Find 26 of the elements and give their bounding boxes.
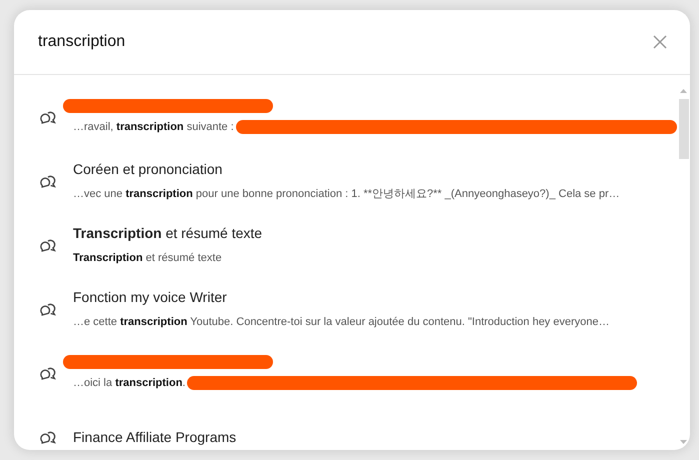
chat-bubbles-icon: [39, 109, 57, 125]
result-snippet: …e cette transcription Youtube. Concentre-toi sur la valeur ajoutée du contenu. "Introduction hey everyone…: [73, 315, 610, 330]
result-snippet: …vec une transcription pour une bonne prononciation : 1. **안녕하세요?** _(Annyeonghaseyo?)_ Cela se pr…: [73, 187, 620, 202]
chat-bubbles-icon: [39, 237, 57, 253]
chat-bubbles-icon: [39, 301, 57, 317]
result-title: Fonction my voice Writer: [73, 288, 228, 308]
search-result[interactable]: Fonction my voice Writer …e cette transcription Youtube. Concentre-toi sur la valeur ajoutée du contenu. "Introduction hey everyone…: [14, 277, 677, 341]
chat-bubbles-icon: [39, 365, 57, 381]
scroll-up-icon[interactable]: [680, 89, 687, 93]
result-title: Finance Affiliate Programs: [73, 428, 236, 447]
search-result[interactable]: Coréen et prononciation …vec une transcription pour une bonne prononciation : 1. **안녕하세요?** _(Annyeonghaseyo?)_ Cela se pr…: [14, 149, 677, 213]
close-icon[interactable]: [652, 34, 668, 50]
result-title: Transcription et résumé texte: [73, 224, 262, 244]
search-result[interactable]: Finance Affiliate Programs: [14, 405, 677, 450]
scroll-down-icon[interactable]: [680, 440, 687, 444]
search-result[interactable]: …oici la transcription.: [14, 341, 677, 405]
chat-bubbles-icon: [39, 429, 57, 445]
result-snippet: …oici la transcription.: [73, 376, 186, 391]
scrollbar-thumb[interactable]: [678, 99, 688, 159]
chat-bubbles-icon: [39, 173, 57, 189]
result-snippet: …ravail, transcription suivante :: [73, 120, 234, 135]
search-result[interactable]: Transcription et résumé texte Transcription et résumé texte: [14, 213, 677, 277]
result-snippet: Transcription et résumé texte: [73, 251, 222, 266]
search-field[interactable]: transcription: [38, 30, 652, 54]
search-result[interactable]: …ravail, transcription suivante :: [14, 85, 677, 149]
result-title: Coréen et prononciation: [73, 160, 224, 180]
